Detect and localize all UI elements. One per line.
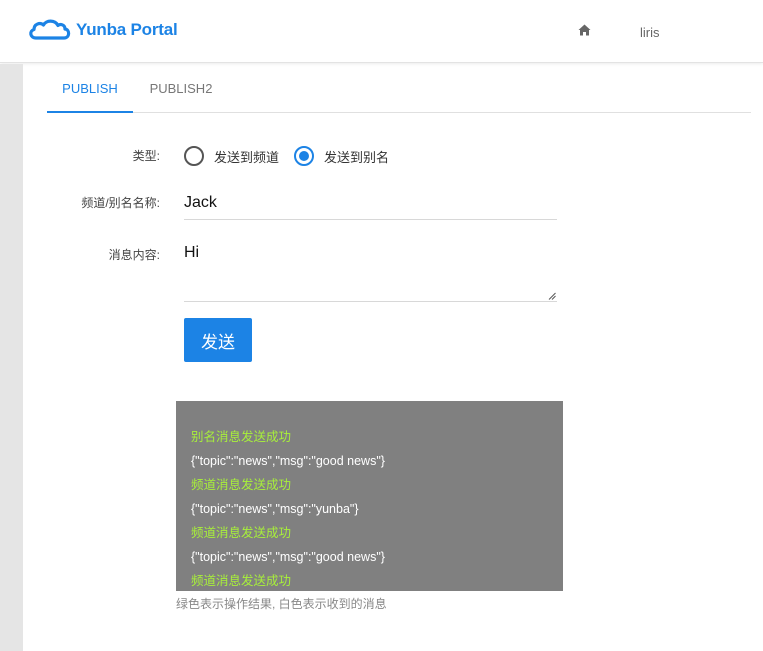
radio-circle[interactable] [184, 146, 204, 166]
send-button[interactable]: 发送 [184, 318, 252, 362]
message-content-input[interactable]: Hi [184, 238, 557, 302]
radio-circle-checked[interactable] [294, 146, 315, 166]
resize-handle-icon[interactable] [548, 292, 556, 300]
channel-alias-name-input[interactable] [184, 186, 557, 220]
log-line: {"topic":"news","msg":"yunba"} [191, 502, 359, 516]
radio-label: 发送到别名 [324, 149, 390, 165]
cloud-icon [29, 19, 71, 40]
log-line: 别名消息发送成功 [191, 430, 292, 444]
sidebar-rail [0, 64, 23, 651]
log-legend-hint: 绿色表示操作结果, 白色表示收到的消息 [176, 597, 387, 611]
tab-publish2[interactable]: PUBLISH2 [137, 64, 225, 113]
type-radio-group: 发送到频道 发送到别名 [184, 146, 404, 166]
radio-label: 发送到频道 [214, 149, 280, 165]
radio-send-to-alias[interactable]: 发送到别名 [294, 146, 389, 166]
top-navbar: Yunba Portal liris [0, 0, 763, 63]
type-label: 类型: [132, 149, 160, 163]
user-menu[interactable]: liris [640, 25, 660, 40]
brand-logo[interactable]: Yunba Portal [27, 19, 178, 41]
log-line: {"topic":"news","msg":"good news"} [191, 454, 385, 468]
log-line: 频道消息发送成功 [191, 574, 292, 588]
name-label: 频道/别名名称: [81, 196, 160, 210]
tab-bar: PUBLISH PUBLISH2 [47, 64, 751, 113]
brand-name: Yunba Portal [76, 20, 178, 39]
log-line: 频道消息发送成功 [191, 526, 292, 540]
tab-publish[interactable]: PUBLISH [47, 64, 133, 113]
message-label: 消息内容: [108, 248, 160, 262]
home-icon[interactable] [578, 23, 592, 37]
log-line: {"topic":"news","msg":"good news"} [191, 550, 385, 564]
log-line: 频道消息发送成功 [191, 478, 292, 492]
message-log-panel: 别名消息发送成功 {"topic":"news","msg":"good new… [176, 401, 563, 591]
radio-send-to-channel[interactable]: 发送到频道 [184, 146, 279, 166]
